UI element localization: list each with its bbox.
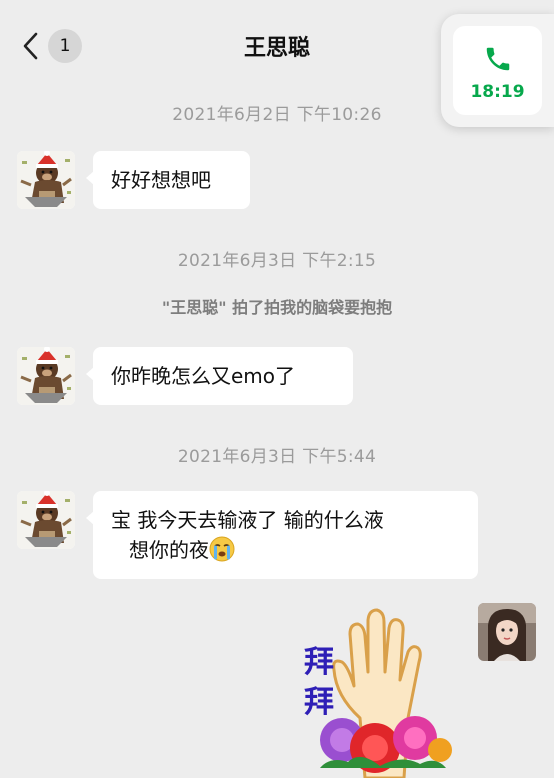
call-duration: 18:19	[470, 82, 525, 102]
bear-avatar-icon	[17, 347, 75, 405]
system-pat-message: "王思聪" 拍了拍我的脑袋要抱抱	[161, 298, 393, 317]
sticker-text-bottom: 拜	[304, 685, 334, 720]
message-text: 想你的夜	[129, 538, 209, 562]
bear-avatar-icon	[17, 491, 75, 549]
phone-icon	[486, 47, 510, 71]
waving-hand-flowers-sticker: 拜 拜	[304, 608, 452, 778]
wave-bye-sticker[interactable]: 拜 拜	[290, 600, 460, 778]
message-text: 你昨晚怎么又emo了	[111, 364, 296, 388]
message-bubble-received[interactable]: 你昨晚怎么又emo了	[86, 347, 353, 405]
contact-avatar[interactable]	[17, 151, 75, 209]
timestamp: 2021年6月3日 下午5:44	[177, 447, 377, 467]
sticker-text-top: 拜	[304, 645, 334, 680]
message-bubble-received[interactable]: 好好想想吧	[86, 151, 250, 209]
message-bubble-received[interactable]: 宝 我今天去输液了 输的什么液 想你的夜	[86, 491, 478, 579]
timestamp: 2021年6月2日 下午10:26	[172, 105, 382, 125]
message-text-line-2: 想你的夜	[111, 535, 460, 565]
contact-avatar[interactable]	[17, 491, 75, 549]
message-text-line: 宝 我今天去输液了 输的什么液	[111, 508, 384, 532]
my-avatar[interactable]	[478, 603, 536, 661]
bear-avatar-icon	[17, 151, 75, 209]
user-portrait-icon	[478, 603, 536, 661]
timestamp: 2021年6月3日 下午2:15	[177, 251, 377, 271]
contact-avatar[interactable]	[17, 347, 75, 405]
crying-face-icon	[209, 536, 235, 562]
message-text: 好好想想吧	[111, 168, 211, 192]
